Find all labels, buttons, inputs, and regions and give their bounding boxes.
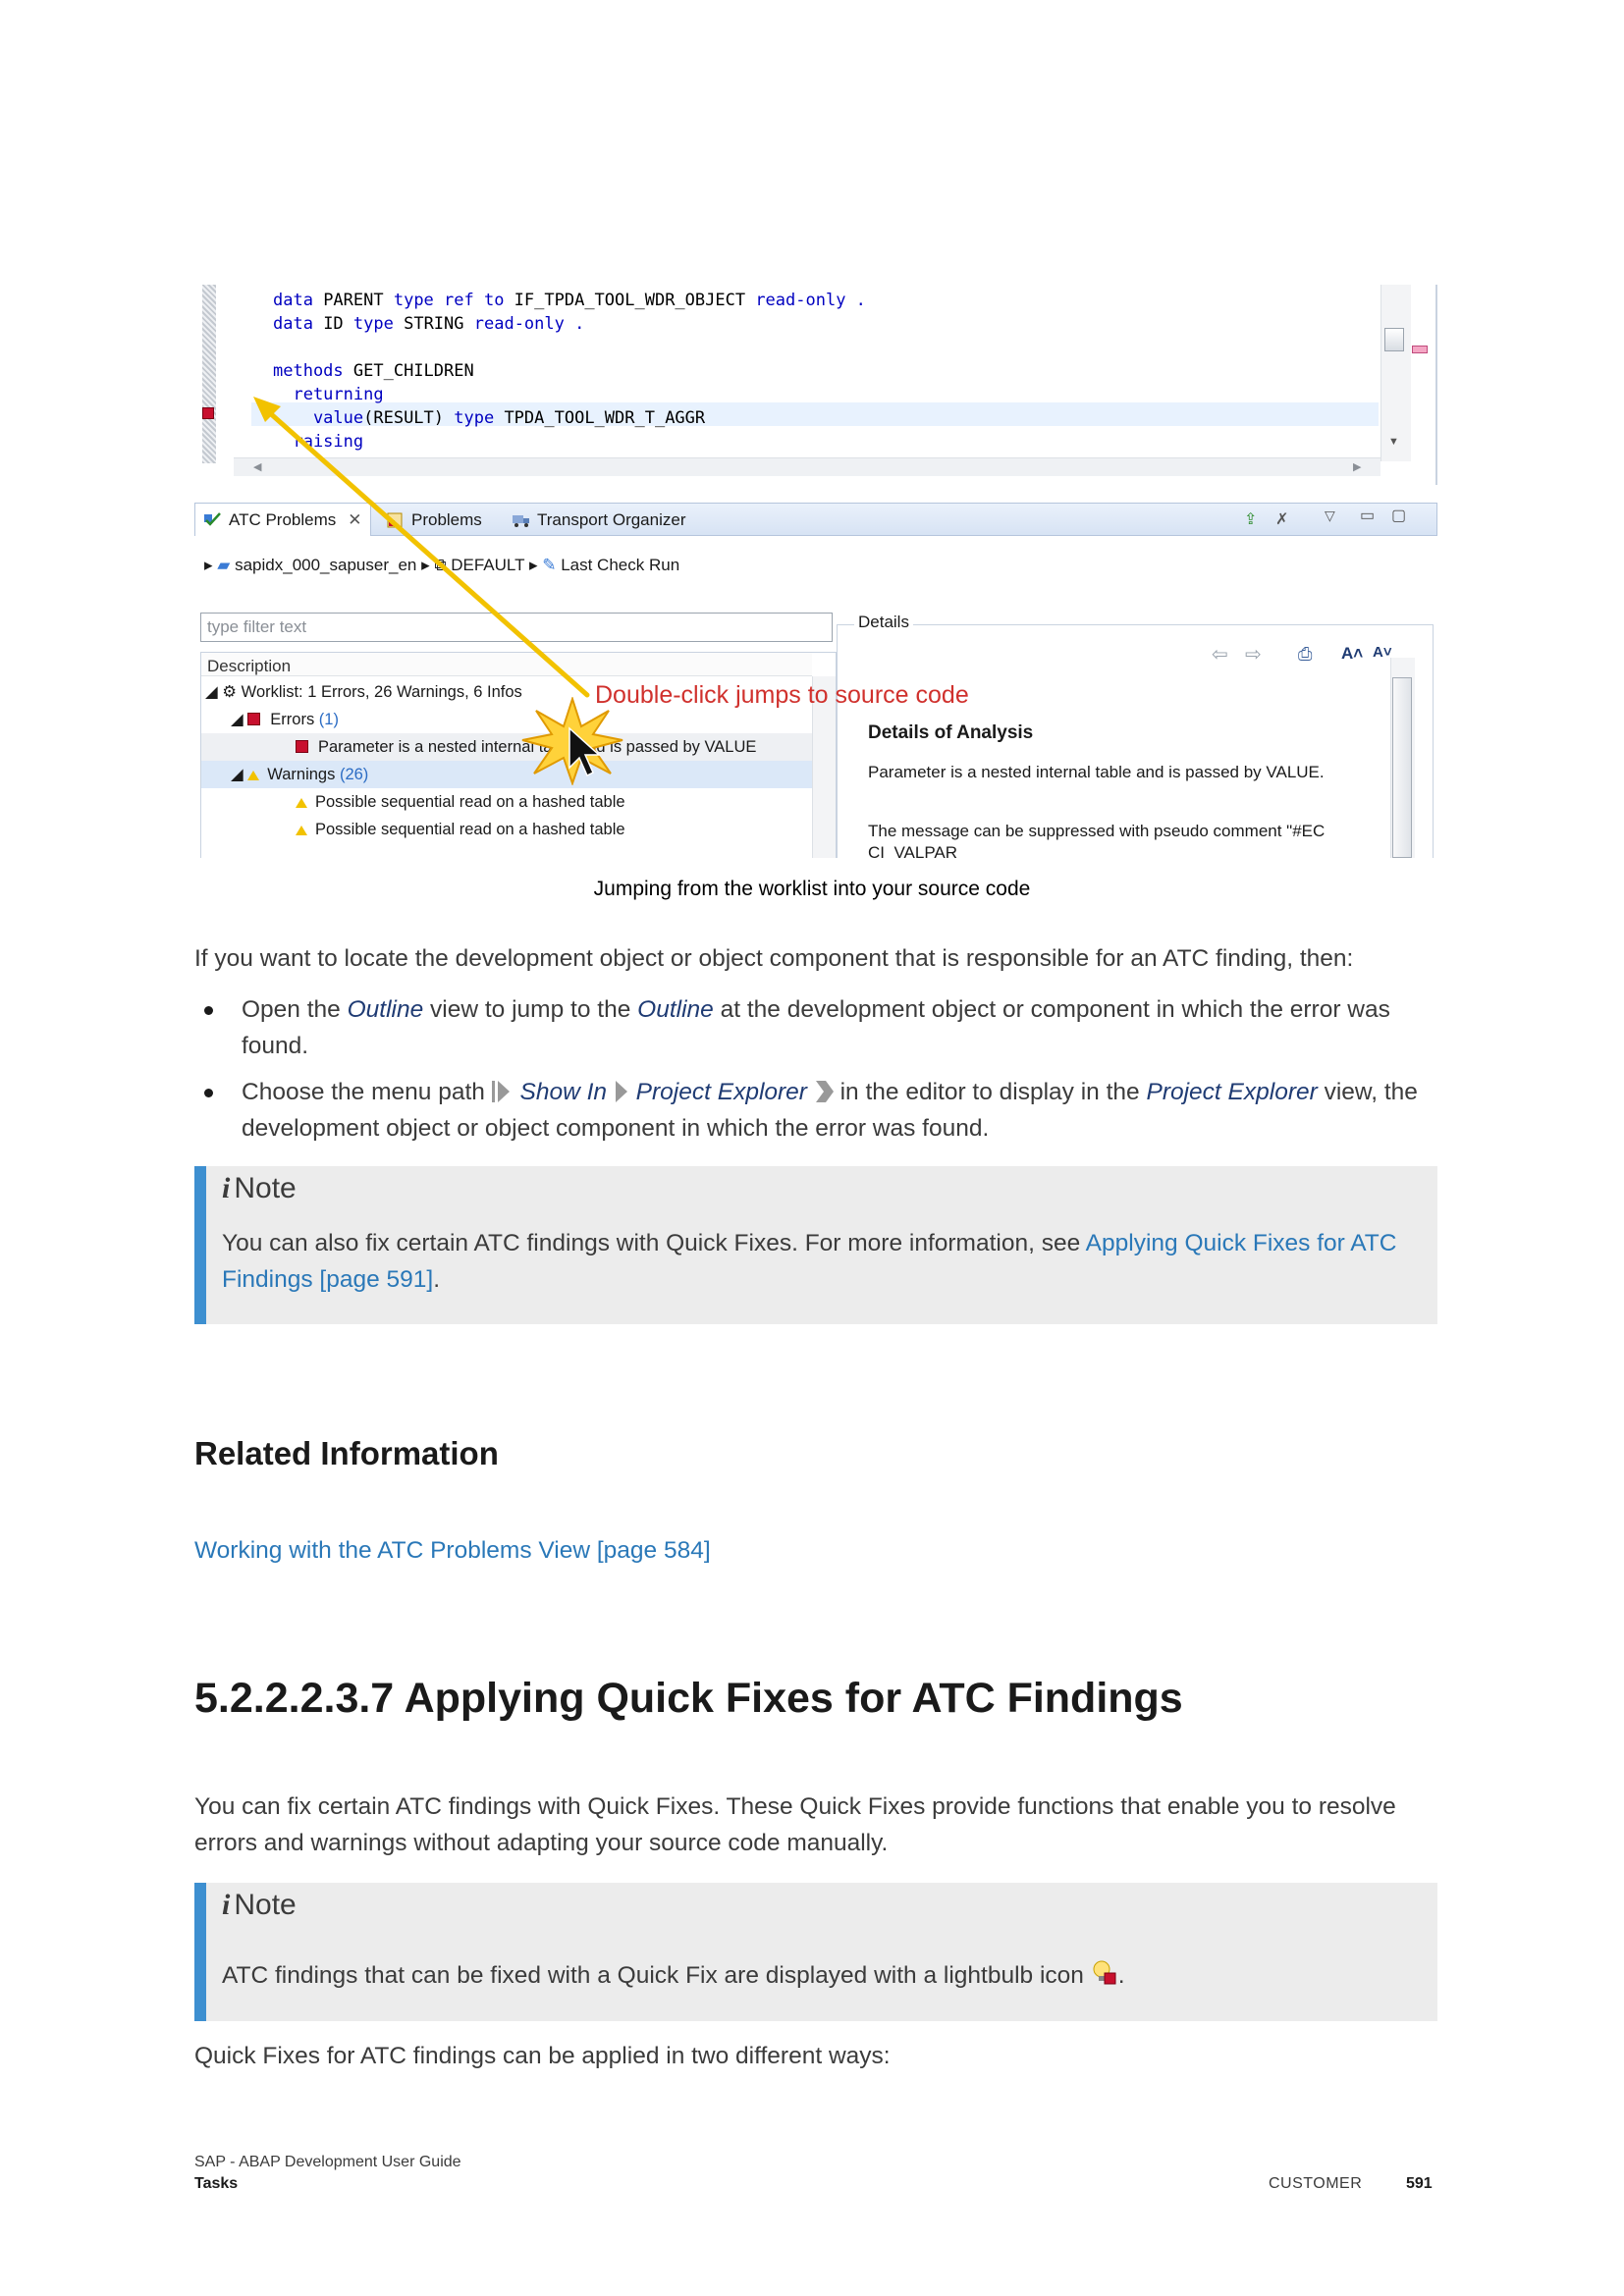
list-item-text: Open the Outline view to jump to the Out… (242, 996, 1390, 1059)
ide-screenshot: data PARENT type ref to IF_TPDA_TOOL_WDR… (194, 285, 1437, 858)
menu-path-start-icon (491, 1081, 510, 1102)
info-icon: i (222, 1889, 231, 1921)
callout-arrow (253, 397, 590, 698)
section-heading: 5.2.2.2.3.7 Applying Quick Fixes for ATC… (194, 1675, 1183, 1722)
bullet-dot (204, 1089, 213, 1097)
section-paragraph: You can fix certain ATC findings with Qu… (194, 1793, 1396, 1856)
outline-link[interactable]: Outline (348, 996, 424, 1023)
intro-paragraph: If you want to locate the development ob… (194, 945, 1354, 972)
note-title: i Note (222, 1172, 297, 1204)
menu-path-end-icon (815, 1081, 834, 1102)
list-item: Open the Outline view to jump to the Out… (194, 991, 1437, 1064)
menu-path-separator-icon (615, 1081, 627, 1102)
closing-paragraph: Quick Fixes for ATC findings can be appl… (194, 2043, 891, 2069)
footer-section: Tasks (194, 2175, 239, 2192)
project-explorer-link[interactable]: Project Explorer (636, 1079, 807, 1105)
show-in-link[interactable]: Show In (520, 1079, 608, 1105)
note-box: i Note ATC findings that can be fixed wit… (194, 1883, 1437, 2021)
figure-caption: Jumping from the worklist into your sour… (593, 878, 1031, 900)
footer-classification: CUSTOMER (1269, 2175, 1363, 2192)
click-burst-icon (521, 697, 623, 785)
page-number: 591 (1406, 2175, 1433, 2192)
list-item-text: Choose the menu path Show In Project Exp… (242, 1079, 1418, 1142)
bullet-dot (204, 1006, 213, 1015)
related-link[interactable]: Working with the ATC Problems View [page… (194, 1537, 711, 1565)
note-title: i Note (222, 1889, 297, 1921)
callout-text: Double-click jumps to source code (595, 681, 969, 709)
related-information-heading: Related Information (194, 1435, 499, 1471)
lightbulb-icon (1093, 1960, 1116, 1985)
note-box: i Note You can also fix certain ATC findi… (194, 1166, 1437, 1324)
footer-document-title: SAP - ABAP Development User Guide (194, 2154, 461, 2170)
project-explorer-view-link[interactable]: Project Explorer (1146, 1079, 1317, 1105)
outline-link[interactable]: Outline (637, 996, 714, 1023)
note-text: You can also fix certain ATC findings wi… (222, 1230, 1397, 1293)
list-item: Choose the menu path Show In Project Exp… (194, 1074, 1437, 1147)
note-text: ATC findings that can be fixed with a Qu… (222, 1957, 1400, 1994)
info-icon: i (222, 1172, 231, 1204)
